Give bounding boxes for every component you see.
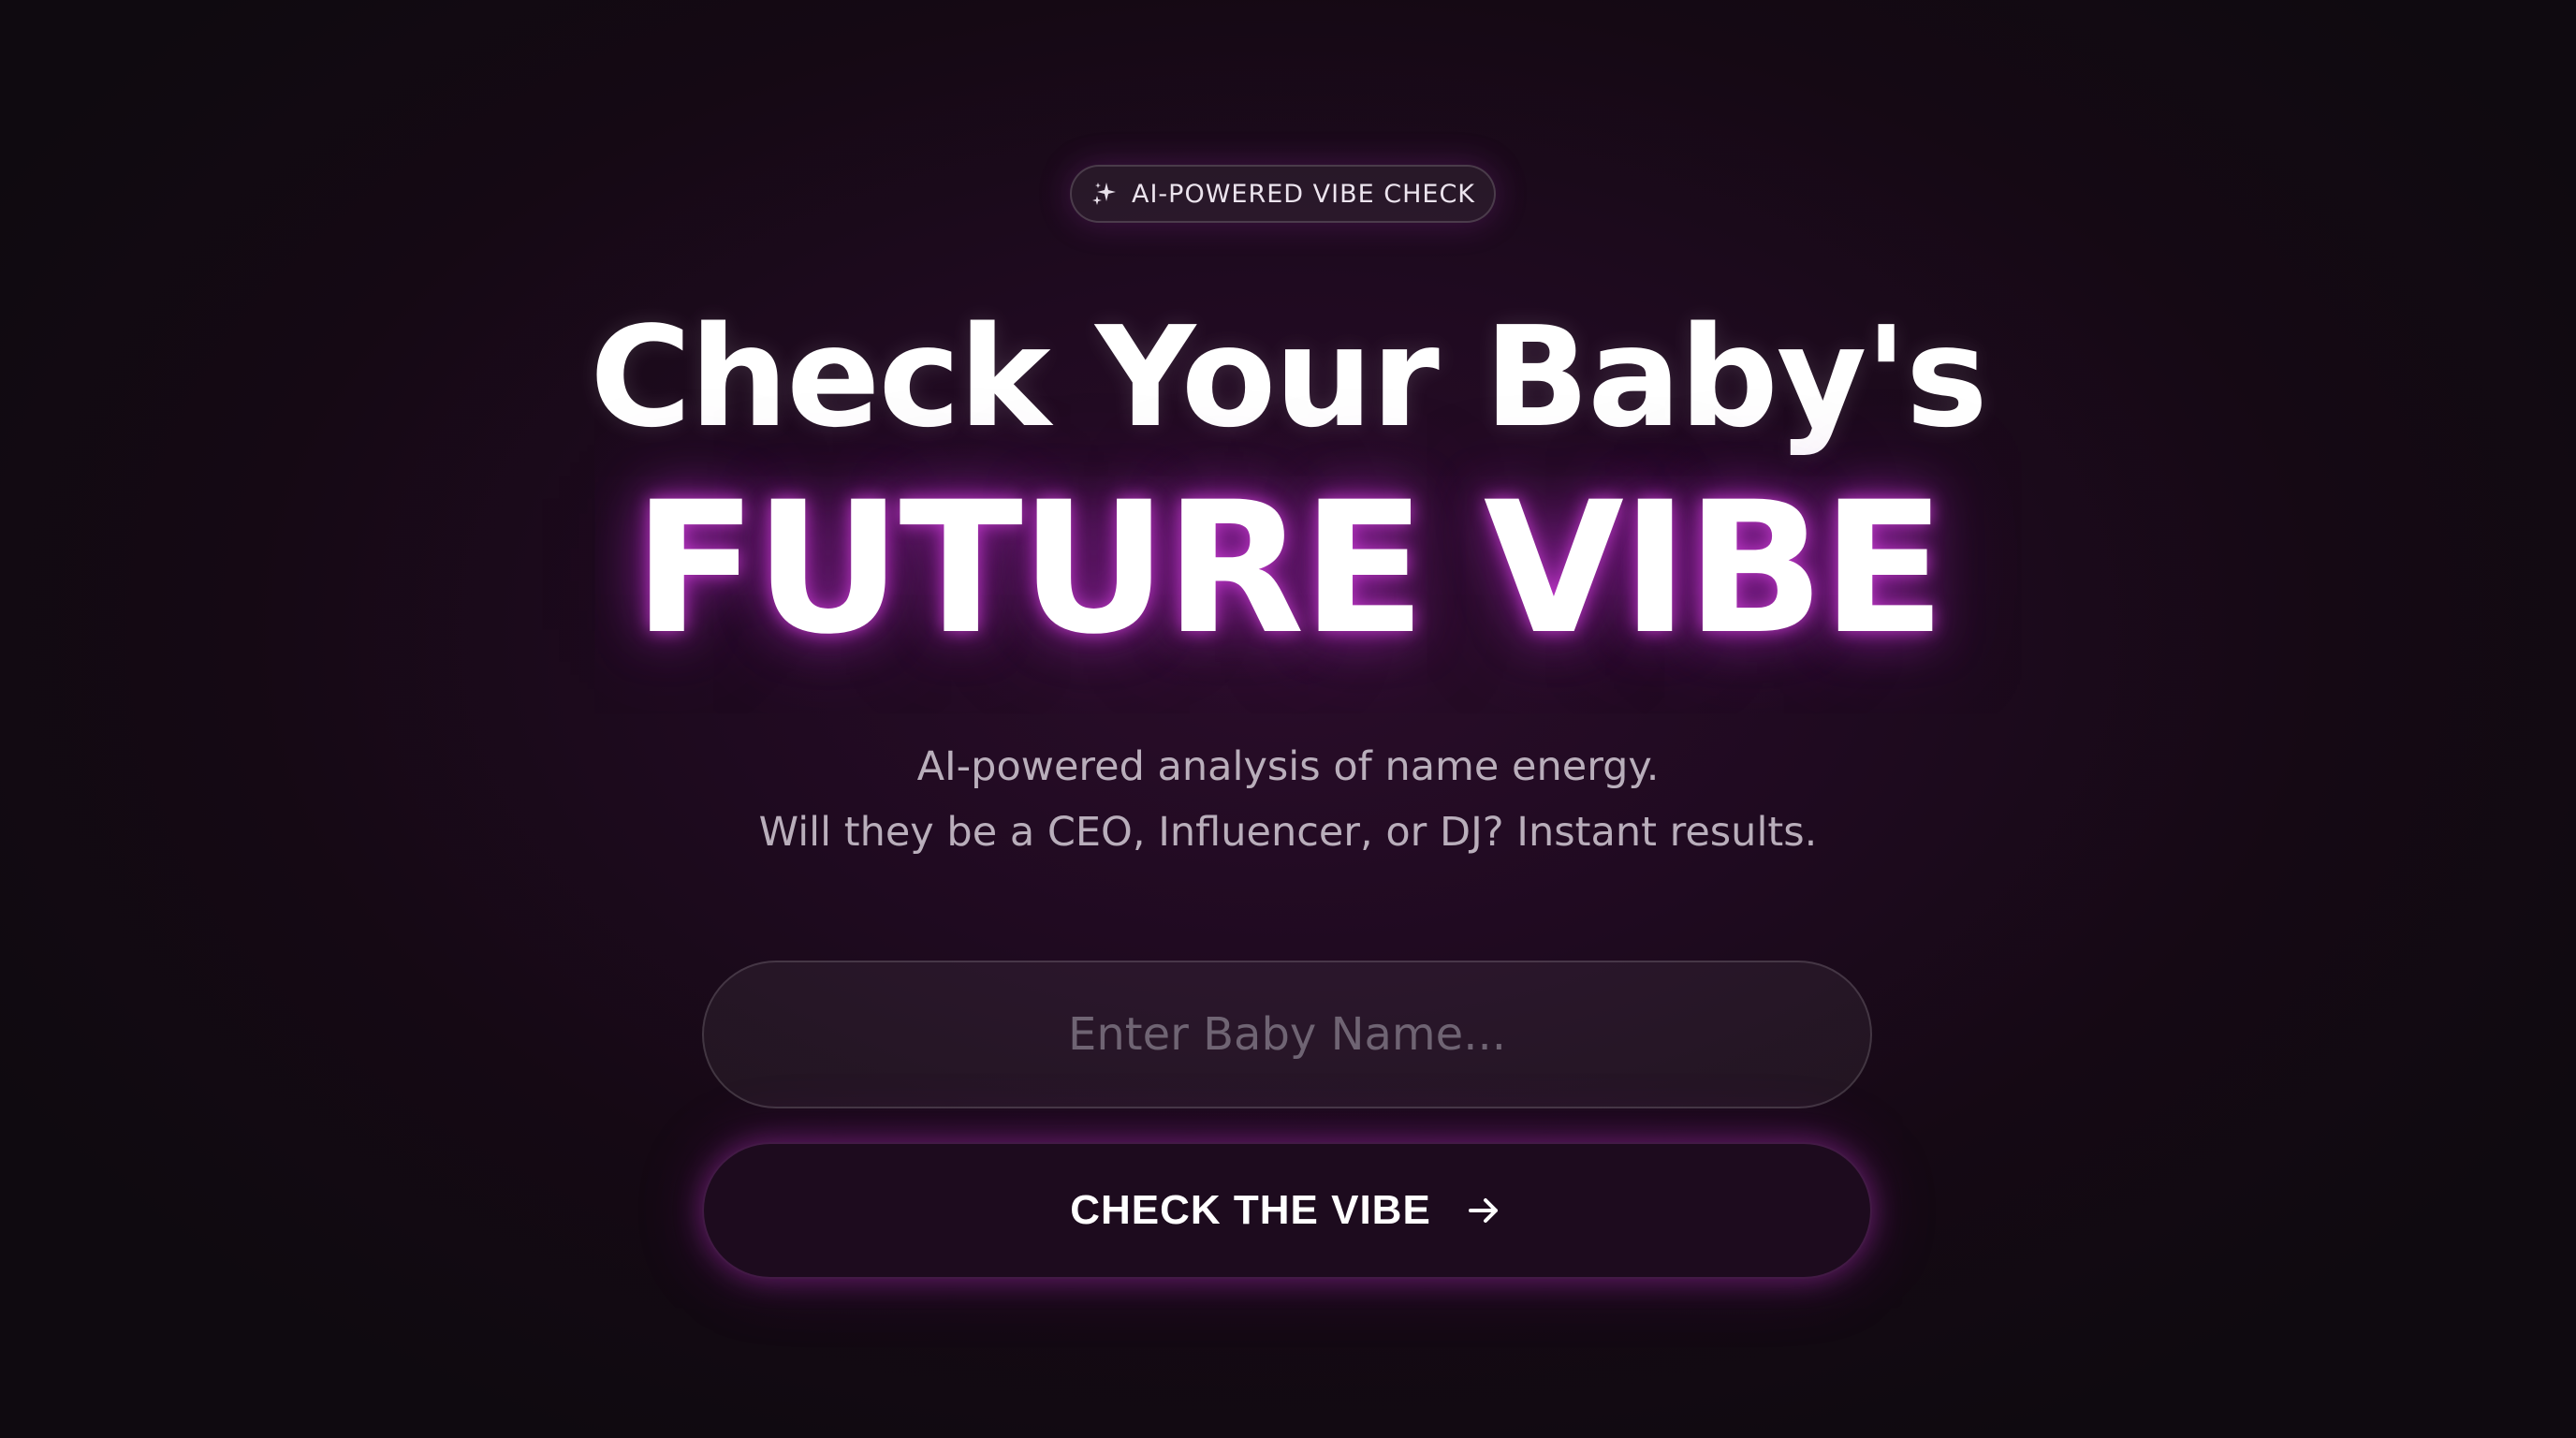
check-vibe-button[interactable]: CHECK THE VIBE — [702, 1142, 1872, 1279]
headline-line-2: FUTURE VIBE — [633, 462, 1945, 674]
badge-label: AI-POWERED VIBE CHECK — [1131, 179, 1476, 209]
subtitle-line-1: AI-powered analysis of name energy. — [916, 743, 1660, 790]
baby-name-input[interactable] — [702, 961, 1872, 1108]
ai-badge: AI-POWERED VIBE CHECK — [1070, 165, 1496, 223]
headline-line-1: Check Your Baby's — [590, 297, 1988, 458]
sparkles-icon — [1090, 180, 1119, 208]
arrow-right-icon — [1463, 1190, 1504, 1231]
subtitle-line-2: Will they be a CEO, Influencer, or DJ? I… — [758, 809, 1818, 856]
check-vibe-label: CHECK THE VIBE — [1070, 1187, 1431, 1233]
landing-page: AI-POWERED VIBE CHECK Check Your Baby's … — [0, 0, 2576, 1438]
